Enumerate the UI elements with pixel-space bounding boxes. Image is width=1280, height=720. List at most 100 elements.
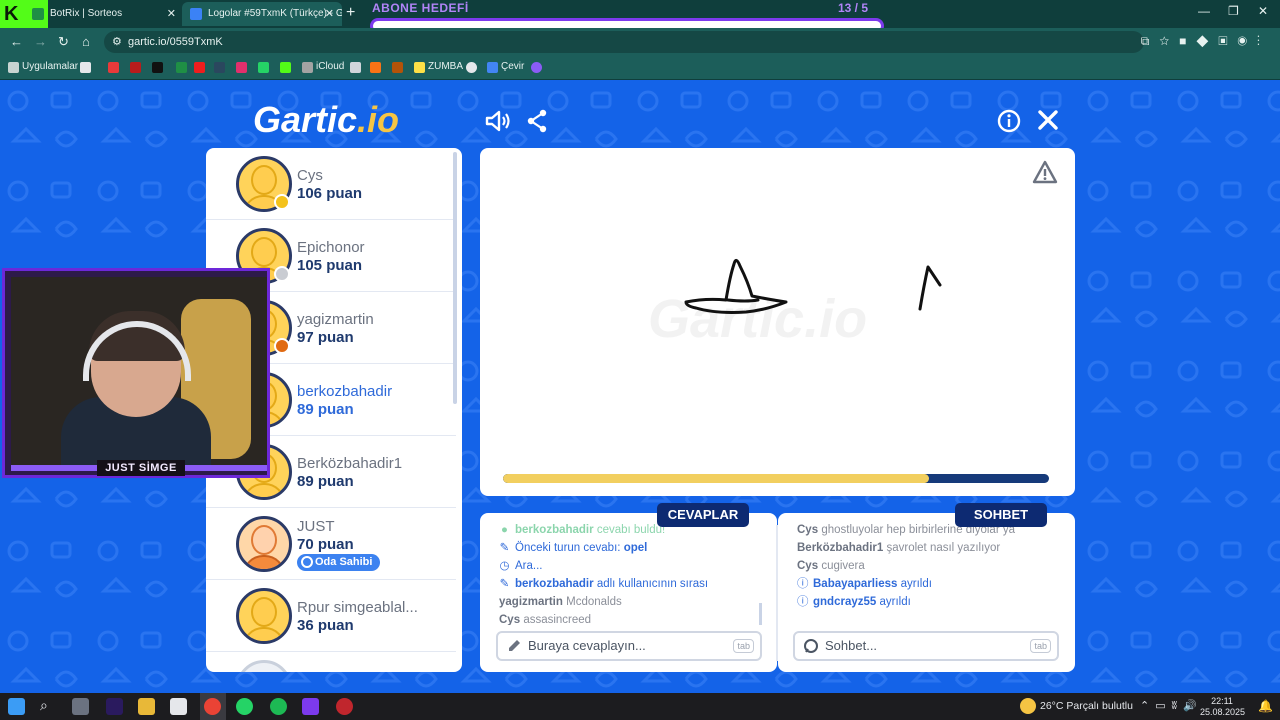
kick-icon[interactable] [280, 62, 291, 73]
bookmark-icon[interactable] [531, 62, 542, 73]
browser-tab-gartic[interactable]: Logolar #59TxmK (Türkçe) - Gar ✕ [182, 2, 342, 26]
player-name: Epichonor [297, 239, 365, 256]
player-row-owner[interactable]: JUST 70 puan Oda Sahibi [206, 508, 456, 580]
task-view-icon[interactable] [72, 698, 89, 715]
minimize-icon[interactable]: — [1198, 4, 1210, 18]
spotify-icon[interactable] [270, 698, 287, 715]
player-name: yagizmartin [297, 311, 374, 328]
chat-input[interactable]: Sohbet... tab [793, 631, 1059, 661]
bookmark-icon[interactable] [392, 62, 403, 73]
site-settings-icon[interactable]: ⚙ [112, 31, 122, 53]
chat-tab[interactable]: SOHBET [955, 503, 1047, 527]
bookmark-icon[interactable] [176, 62, 187, 73]
extension-icons[interactable]: ⧉☆■◆▣◉⋮ [1141, 34, 1270, 49]
answer-input[interactable]: Buraya cevaplayın... tab [496, 631, 762, 661]
bookmark-icon[interactable] [370, 62, 381, 73]
bookmark-icon[interactable] [350, 62, 361, 73]
translate-icon [487, 62, 498, 73]
pencil-icon: ✎ [499, 578, 510, 590]
bookmark-zumba[interactable]: ZUMBA [428, 61, 463, 72]
apple-icon [302, 62, 313, 73]
chrome-icon[interactable] [204, 698, 221, 715]
owner-badge-label: Oda Sahibi [315, 556, 373, 568]
apps-grid-icon [8, 62, 19, 73]
store-icon[interactable] [170, 698, 187, 715]
report-warning-icon[interactable] [1032, 160, 1058, 184]
answers-scrollbar[interactable] [759, 603, 762, 625]
sound-icon[interactable] [484, 109, 510, 133]
room-owner-badge: Oda Sahibi [297, 554, 381, 571]
url-field[interactable]: ⚙ gartic.io/0559TxmK [104, 31, 1144, 53]
bookmark-translate[interactable]: Çevir [501, 61, 524, 72]
windows-taskbar: ⌕ 26°C Parçalı bulutlu ⌃▭ʬ🔊 22:11 25.08.… [0, 693, 1280, 720]
clock[interactable]: 22:11 25.08.2025 [1200, 696, 1246, 718]
answer-message: ✎ Önceki turun cevabı: opel [499, 539, 763, 557]
home-icon[interactable]: ⌂ [82, 34, 90, 49]
drawing-strokes [684, 259, 942, 314]
share-icon[interactable] [526, 109, 548, 133]
reload-icon[interactable]: ↻ [58, 34, 69, 50]
whatsapp-icon[interactable] [258, 62, 269, 73]
chat-messages: Cys ghostluyolar hep birbirlerine diyola… [797, 521, 1061, 625]
info-icon[interactable] [997, 109, 1021, 133]
close-game-icon[interactable] [1037, 109, 1059, 131]
player-row-partial[interactable] [206, 652, 456, 672]
obs-icon[interactable] [336, 698, 353, 715]
new-tab-icon[interactable]: + [346, 4, 355, 22]
grid-icon[interactable] [80, 62, 91, 73]
gartic-favicon-icon [190, 8, 202, 20]
answers-tab[interactable]: CEVAPLAR [657, 503, 749, 527]
tiktok-icon[interactable] [152, 62, 163, 73]
whatsapp-icon[interactable] [236, 698, 253, 715]
goal-count: 13 / 5 [838, 1, 869, 15]
clock-time: 22:11 [1211, 696, 1233, 706]
system-tray-icons[interactable]: ⌃▭ʬ🔊 [1140, 699, 1203, 712]
premiere-icon[interactable] [106, 698, 123, 715]
discord-icon[interactable] [302, 698, 319, 715]
player-points: 97 puan [297, 329, 354, 346]
check-icon: ● [501, 524, 508, 536]
clock-date: 25.08.2025 [1200, 707, 1246, 717]
players-scrollbar[interactable] [453, 152, 457, 404]
forward-icon[interactable]: → [34, 34, 47, 49]
chat-message: Berközbahadir1 şavrolet nasıl yazılıyor [797, 542, 1001, 554]
webcam-name-label: JUST SİMGE [97, 460, 185, 476]
back-icon[interactable]: ← [10, 34, 23, 49]
tab-title: Logolar #59TxmK (Türkçe) - Gar [208, 8, 342, 19]
player-name: Cys [297, 167, 323, 184]
player-row[interactable]: Cys 106 puan [206, 148, 456, 220]
restore-icon[interactable]: ❐ [1228, 4, 1239, 18]
info-icon: ⓘ [797, 596, 809, 608]
player-name: berkozbahadir [297, 383, 393, 400]
answer-message: Cys assasincreed [499, 614, 592, 625]
tab-key-hint: tab [733, 639, 754, 653]
bookmark-icon[interactable] [108, 62, 119, 73]
player-points: 70 puan [297, 536, 354, 553]
file-explorer-icon[interactable] [138, 698, 155, 715]
search-icon[interactable]: ⌕ [40, 697, 57, 714]
close-tab-icon[interactable]: ✕ [167, 2, 176, 26]
drawing-canvas[interactable]: Gartic.io [480, 148, 1075, 496]
close-tab-icon[interactable]: ✕ [325, 2, 334, 26]
owner-icon [301, 556, 313, 568]
bookmark-icon[interactable] [130, 62, 141, 73]
notifications-icon[interactable]: 🔔 [1258, 699, 1273, 713]
instagram-icon[interactable] [236, 62, 247, 73]
windows-start-icon[interactable] [8, 698, 25, 715]
close-window-icon[interactable]: ✕ [1258, 4, 1268, 18]
bookmark-icon[interactable] [466, 62, 477, 73]
clock-icon: ◷ [499, 560, 510, 572]
round-timer-bar [503, 474, 1049, 483]
speech-bubble-icon [804, 639, 818, 653]
bookmark-icloud[interactable]: iCloud [316, 61, 344, 72]
weather-text[interactable]: 26°C Parçalı bulutlu [1040, 700, 1133, 712]
youtube-icon[interactable] [194, 62, 205, 73]
avatar [236, 516, 292, 572]
status-dot [274, 194, 290, 210]
gartic-logo: Gartic.io [253, 99, 399, 141]
steam-icon[interactable] [214, 62, 225, 73]
player-row[interactable]: Rpur simgeablal... 36 puan [206, 580, 456, 652]
browser-tab-botrix[interactable]: BotRix | Sorteos ✕ [24, 2, 184, 26]
streamer-webcam: JUST SİMGE [2, 268, 270, 478]
bookmark-apps[interactable]: Uygulamalar [22, 61, 78, 72]
